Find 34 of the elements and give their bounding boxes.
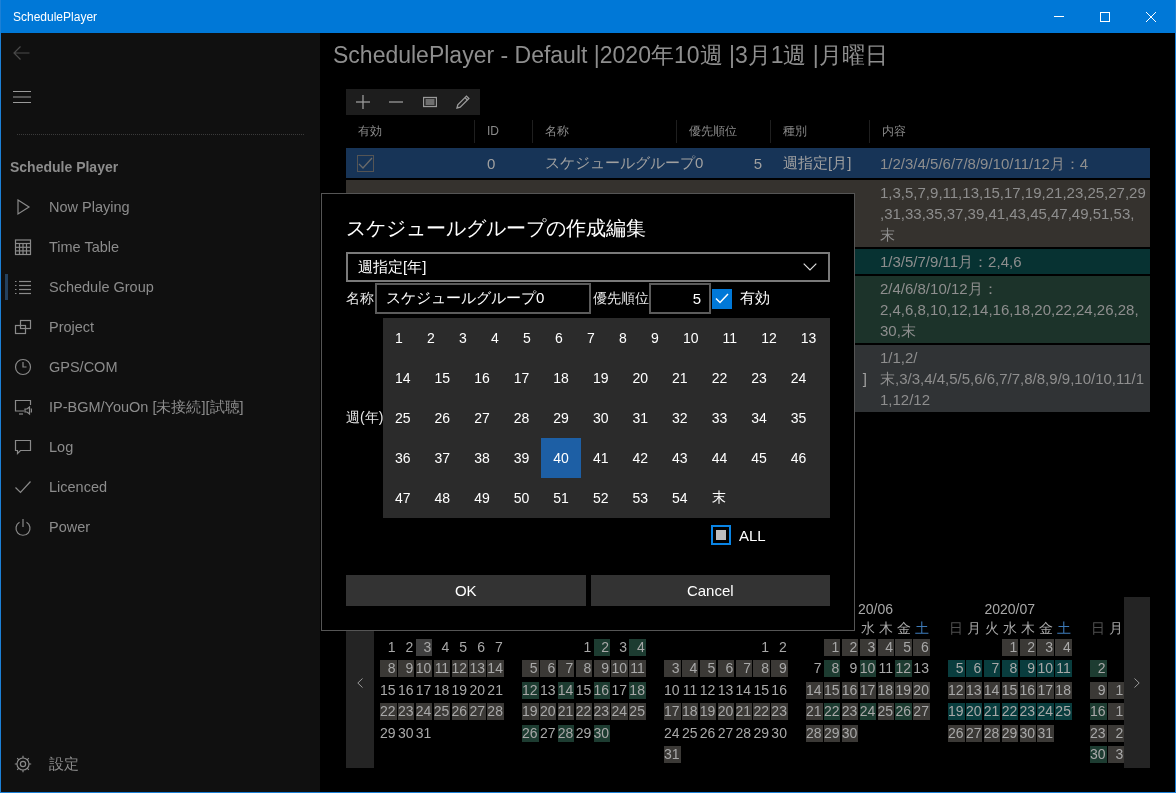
weekday-label: 土 [913,619,930,637]
checkbox-label: ALL [739,526,766,544]
table-cell: 週指定[月] [783,153,852,173]
field-label: 名称 [346,289,374,308]
weekday-label: 水 [1001,619,1018,637]
weekday-label: 日 [1090,619,1107,637]
weekday-label: 水 [859,619,876,637]
table-cell: 5 [753,154,762,172]
weekday-label: 木 [1019,619,1036,637]
weekday-label: 火 [984,619,1001,637]
weekday-label: 木 [877,619,894,637]
month-title: 2020/07 [984,601,1035,617]
weekday-label: 月 [1108,619,1124,637]
table-cell-text: 2/4/6/8/10/12月：2,4,6,8,10,12,14,16,18,20,22,24,26,28,30,末 [880,279,1140,341]
month-title: 20/06 [857,601,893,617]
sidebar-heading: Schedule Player [9,158,120,177]
table-cell: 0 [487,154,496,172]
field-label: 週(年) [346,409,383,427]
checkbox-label: 有効 [740,289,770,308]
dialog-title: スケジュールグループの作成編集 [346,216,647,241]
table-cell: スケジュールグループ0 [545,153,704,173]
weekday-label: 金 [895,619,912,637]
weekday-label: 土 [1055,619,1072,637]
field-label: 優先順位 [593,289,649,308]
weekday-label: 金 [1037,619,1054,637]
window-title: SchedulePlayer [13,9,98,24]
weekday-label: 月 [966,619,983,637]
weekday-label: 日 [948,619,965,637]
table-cell-text: 1,3,5,7,9,11,13,15,17,19,21,23,25,27,29,31,33,35,37,39,41,43,45,47,49,51,53,末 [880,183,1146,245]
table-cell-text: 1/3/5/7/9/11月：2,4,6 [880,252,1022,272]
table-cell: ] [862,370,867,387]
page-title: SchedulePlayer - Default |2020年10週 |3月1週 |月曜日 [333,41,889,70]
table-cell-text: 1/1,2/末,3/3,4/4,5/5,6/6,7/7,8/8,9/9,10/10,11/11,12/12 [880,348,1146,410]
table-cell-text: 1/2/3/4/5/6/7/8/9/10/11/12月：4 [880,153,1089,174]
